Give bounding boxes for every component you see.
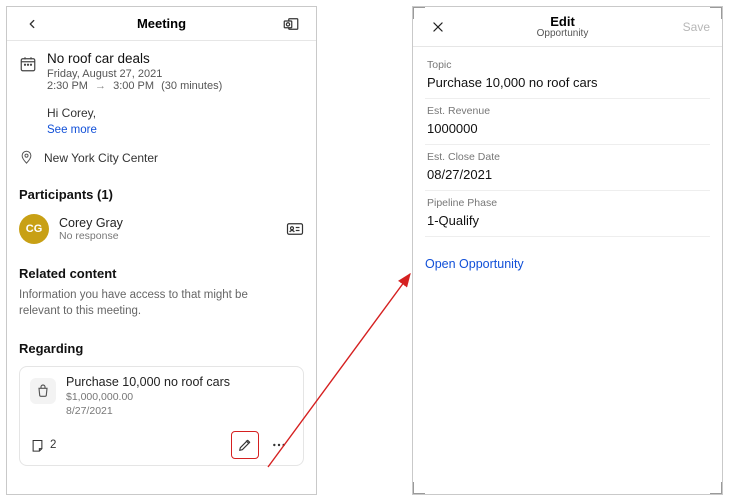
corner-mark: [710, 482, 722, 494]
arrow-right-icon: →: [91, 80, 110, 92]
participants-heading: Participants (1): [19, 187, 304, 202]
event-start: 2:30 PM: [47, 80, 88, 92]
est-revenue-field[interactable]: Est. Revenue 1000000: [425, 99, 710, 145]
pipeline-phase-value: 1-Qualify: [427, 213, 708, 228]
est-close-date-value: 08/27/2021: [427, 167, 708, 182]
contact-card-button[interactable]: [286, 221, 304, 237]
edit-header: Edit Opportunity Save: [413, 7, 722, 47]
notes-count: 2: [50, 439, 56, 451]
save-button[interactable]: Save: [683, 20, 710, 34]
open-opportunity-link[interactable]: Open Opportunity: [425, 257, 524, 271]
event-location: New York City Center: [44, 151, 158, 165]
corner-mark: [710, 7, 722, 19]
meeting-header-title: Meeting: [137, 16, 186, 31]
field-label: Est. Revenue: [427, 105, 708, 117]
calendar-icon: [19, 55, 37, 73]
chevron-left-icon: [25, 17, 39, 31]
event-title: No roof car deals: [47, 51, 304, 66]
edit-header-subtitle: Opportunity: [537, 29, 589, 40]
meeting-panel: Meeting No roof car deals Friday, August…: [6, 6, 317, 495]
est-revenue-value: 1000000: [427, 121, 708, 136]
corner-mark: [413, 482, 425, 494]
meeting-body: No roof car deals Friday, August 27, 202…: [7, 41, 316, 466]
event-date: Friday, August 27, 2021: [47, 68, 304, 80]
regarding-card[interactable]: Purchase 10,000 no roof cars $1,000,000.…: [19, 366, 304, 466]
edit-opportunity-panel: Edit Opportunity Save Topic Purchase 10,…: [412, 6, 723, 495]
field-label: Pipeline Phase: [427, 197, 708, 209]
notes-button[interactable]: 2: [30, 438, 56, 453]
topic-value: Purchase 10,000 no roof cars: [427, 75, 708, 90]
more-actions-button[interactable]: [265, 431, 293, 459]
ellipsis-icon: [270, 437, 288, 453]
location-icon: [19, 150, 34, 165]
contact-card-icon: [286, 221, 304, 237]
open-in-outlook-button[interactable]: [274, 15, 308, 33]
see-more-link[interactable]: See more: [47, 124, 97, 136]
corner-mark: [413, 7, 425, 19]
greeting-text: Hi Corey,: [47, 106, 304, 120]
pipeline-phase-field[interactable]: Pipeline Phase 1-Qualify: [425, 191, 710, 237]
outlook-icon: [282, 15, 300, 33]
event-end: 3:00 PM: [113, 80, 154, 92]
related-heading: Related content: [19, 266, 304, 281]
note-icon: [30, 438, 45, 453]
meeting-header: Meeting: [7, 7, 316, 41]
edit-regarding-button[interactable]: [231, 431, 259, 459]
edit-header-title: Edit: [550, 14, 575, 29]
related-sub: Information you have access to that migh…: [19, 287, 289, 319]
event-time: 2:30 PM → 3:00 PM (30 minutes): [47, 80, 304, 92]
regarding-heading: Regarding: [19, 341, 304, 356]
pencil-icon: [237, 437, 253, 453]
avatar: CG: [19, 214, 49, 244]
participant-status: No response: [59, 230, 123, 242]
field-label: Est. Close Date: [427, 151, 708, 163]
est-close-date-field[interactable]: Est. Close Date 08/27/2021: [425, 145, 710, 191]
regarding-amount: $1,000,000.00: [66, 391, 230, 403]
participant-row[interactable]: CG Corey Gray No response: [19, 214, 304, 244]
topic-field[interactable]: Topic Purchase 10,000 no roof cars: [425, 53, 710, 99]
event-duration: (30 minutes): [161, 80, 222, 92]
edit-body: Topic Purchase 10,000 no roof cars Est. …: [413, 47, 722, 271]
regarding-title: Purchase 10,000 no roof cars: [66, 375, 230, 389]
field-label: Topic: [427, 59, 708, 71]
back-button[interactable]: [15, 17, 49, 31]
close-icon: [431, 20, 445, 34]
opportunity-icon: [35, 383, 51, 399]
close-button[interactable]: [421, 20, 455, 34]
regarding-date: 8/27/2021: [66, 405, 230, 417]
participant-name: Corey Gray: [59, 216, 123, 230]
